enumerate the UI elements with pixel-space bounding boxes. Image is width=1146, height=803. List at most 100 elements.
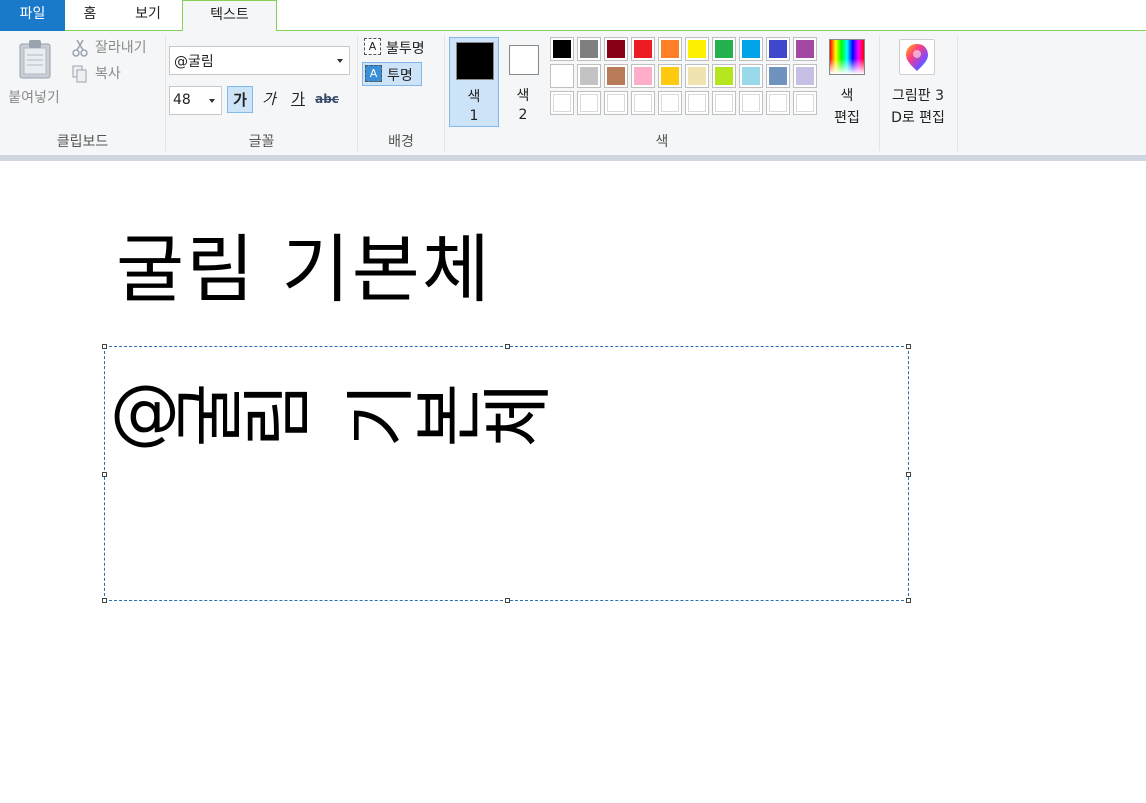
palette-color-swatch[interactable] — [604, 64, 628, 88]
tab-file[interactable]: 파일 — [0, 0, 65, 31]
clipboard-icon — [18, 39, 52, 83]
palette-empty-slot[interactable] — [739, 91, 763, 115]
color2-label: 색 — [516, 88, 530, 104]
palette-color-swatch[interactable] — [712, 64, 736, 88]
palette-empty-slot[interactable] — [631, 91, 655, 115]
palette-color-swatch[interactable] — [631, 37, 655, 61]
tab-view[interactable]: 보기 — [115, 0, 181, 31]
cut-button[interactable]: 잘라내기 — [71, 37, 161, 59]
palette-color-fill — [580, 94, 598, 112]
drawing-canvas[interactable]: 굴림 기본체 @굴림 기본체 — [0, 161, 1146, 803]
palette-color-fill — [688, 94, 706, 112]
rotated-glyph: 체 — [476, 382, 559, 448]
palette-empty-slot[interactable] — [766, 91, 790, 115]
palette-color-fill — [769, 94, 787, 112]
rotated-glyph: 림 — [237, 382, 320, 448]
font-name-value: @굴림 — [174, 54, 214, 70]
palette-color-fill — [796, 40, 814, 58]
resize-handle-left[interactable] — [102, 472, 107, 477]
paste-button[interactable]: 붙여넣기 — [2, 37, 64, 106]
palette-color-fill — [634, 67, 652, 85]
font-name-dropdown[interactable]: @굴림 — [169, 46, 350, 75]
transparent-icon: A — [365, 65, 382, 82]
paint3d-label-2: D로 편집 — [891, 110, 945, 126]
palette-empty-slot[interactable] — [658, 91, 682, 115]
palette-color-swatch[interactable] — [766, 64, 790, 88]
resize-handle-top-left[interactable] — [102, 344, 107, 349]
group-divider — [957, 35, 958, 151]
palette-color-swatch[interactable] — [658, 64, 682, 88]
palette-empty-slot[interactable] — [712, 91, 736, 115]
opaque-option[interactable]: A 불투명 — [362, 36, 425, 60]
background-group-label: 배경 — [388, 134, 414, 150]
font-size-dropdown[interactable]: 48 — [169, 86, 222, 115]
tab-home[interactable]: 홈 — [65, 0, 115, 31]
resize-handle-top[interactable] — [505, 344, 510, 349]
palette-color-fill — [715, 40, 733, 58]
strikethrough-button[interactable]: abc — [313, 86, 341, 113]
palette-color-fill — [634, 94, 652, 112]
palette-color-swatch[interactable] — [577, 37, 601, 61]
tab-text[interactable]: 텍스트 — [182, 0, 277, 32]
font-group-label: 글꼴 — [248, 134, 275, 150]
underline-button[interactable]: 가 — [285, 86, 311, 113]
palette-color-fill — [742, 67, 760, 85]
palette-color-swatch[interactable] — [739, 64, 763, 88]
canvas-text-gulim: 굴림 기본체 — [116, 227, 492, 313]
resize-handle-bottom-right[interactable] — [906, 598, 911, 603]
palette-color-fill — [580, 40, 598, 58]
palette-color-swatch[interactable] — [685, 64, 709, 88]
palette-color-swatch[interactable] — [766, 37, 790, 61]
font-size-value: 48 — [173, 92, 191, 108]
palette-color-swatch[interactable] — [793, 64, 817, 88]
palette-color-fill — [769, 40, 787, 58]
edit-with-paint3d-button[interactable]: 그림판 3 D로 편집 — [882, 37, 954, 127]
palette-color-swatch[interactable] — [712, 37, 736, 61]
palette-color-swatch[interactable] — [685, 37, 709, 61]
color1-button[interactable]: 색 1 — [449, 37, 499, 127]
palette-empty-slot[interactable] — [577, 91, 601, 115]
paint3d-icon — [899, 39, 935, 75]
palette-color-fill — [661, 67, 679, 85]
palette-color-fill — [715, 67, 733, 85]
copy-button[interactable]: 복사 — [71, 63, 161, 85]
edit-colors-label-1: 색 — [840, 88, 854, 104]
palette-color-fill — [688, 67, 706, 85]
palette-color-swatch[interactable] — [550, 37, 574, 61]
palette-color-swatch[interactable] — [658, 37, 682, 61]
transparent-label: 투명 — [387, 68, 413, 84]
chevron-down-icon — [209, 99, 215, 103]
palette-color-fill — [607, 67, 625, 85]
palette-color-swatch[interactable] — [631, 64, 655, 88]
palette-color-swatch[interactable] — [577, 64, 601, 88]
palette-color-fill — [553, 40, 571, 58]
palette-color-fill — [661, 94, 679, 112]
color2-button[interactable]: 색 2 — [498, 37, 548, 127]
palette-color-swatch[interactable] — [739, 37, 763, 61]
edit-colors-button[interactable]: 색 편집 — [826, 37, 868, 127]
palette-color-fill — [742, 40, 760, 58]
palette-color-swatch[interactable] — [793, 37, 817, 61]
italic-button[interactable]: 가 — [256, 86, 282, 113]
colors-group-label: 색 — [655, 134, 669, 150]
palette-empty-slot[interactable] — [550, 91, 574, 115]
resize-handle-top-right[interactable] — [906, 344, 911, 349]
palette-color-swatch[interactable] — [604, 37, 628, 61]
color2-number: 2 — [518, 107, 528, 123]
resize-handle-bottom-left[interactable] — [102, 598, 107, 603]
palette-empty-slot[interactable] — [793, 91, 817, 115]
palette-empty-slot[interactable] — [604, 91, 628, 115]
palette-color-fill — [796, 67, 814, 85]
resize-handle-right[interactable] — [906, 472, 911, 477]
resize-handle-bottom[interactable] — [505, 598, 510, 603]
copy-label: 복사 — [95, 66, 121, 82]
chevron-down-icon — [337, 59, 343, 63]
palette-color-swatch[interactable] — [550, 64, 574, 88]
canvas-text-vertical-gulim: @굴림 기본체 — [110, 371, 559, 451]
scissors-icon — [71, 39, 89, 64]
transparent-option[interactable]: A 투명 — [362, 62, 422, 86]
palette-empty-slot[interactable] — [685, 91, 709, 115]
bold-button[interactable]: 가 — [227, 86, 253, 113]
palette-color-fill — [796, 94, 814, 112]
clipboard-group-label: 클립보드 — [56, 134, 109, 150]
